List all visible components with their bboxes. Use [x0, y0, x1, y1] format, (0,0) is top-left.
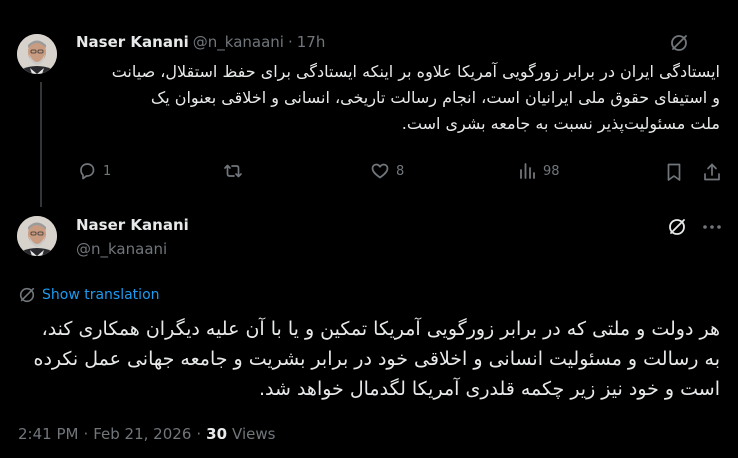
separator-dot: · [287, 33, 293, 51]
tweet-text-line: است و خود نیز زیر چکمه قلدری آمریکا لگدم… [258, 378, 720, 400]
like-button[interactable]: 8 [370, 161, 404, 181]
reply-icon [80, 163, 95, 180]
retweet-button[interactable] [222, 161, 250, 181]
show-translation-label: Show translation [42, 287, 160, 303]
tweet-text-line: به رسالت و مسئولیت انسانی و اخلاقی خود د… [33, 348, 720, 370]
view-count: 98 [543, 163, 560, 179]
analytics-icon [520, 163, 535, 179]
tweet-header: Naser Kanani @n_kanaani · 17h [76, 33, 325, 51]
tweet-text: ایستادگی ایران در برابر زورگویی آمریکا ع… [70, 59, 720, 137]
translate-icon [19, 287, 35, 303]
avatar[interactable] [17, 216, 57, 256]
separator-dot: · [196, 425, 202, 443]
tweet-text: هر دولت و ملتی که در برابر زورگویی آمریک… [18, 314, 720, 404]
more-icon [703, 225, 721, 229]
tweet-text-line: و استیفای حقوق ملی ایرانیان است، انجام ر… [150, 88, 720, 107]
tweet-metadata: 2:41 PM · Feb 21, 2026 · 30 Views [18, 425, 275, 443]
bookmark-icon [667, 163, 681, 181]
grok-icon[interactable] [666, 216, 688, 238]
avatar[interactable] [17, 34, 57, 74]
reply-button[interactable]: 1 [77, 161, 111, 181]
thread-view: Naser Kanani @n_kanaani · 17h ایستادگی ا… [0, 0, 738, 458]
like-count: 8 [396, 163, 405, 179]
author-name[interactable]: Naser Kanani [76, 33, 189, 51]
tweet-text-line: هر دولت و ملتی که در برابر زورگویی آمریک… [41, 318, 720, 340]
reply-count: 1 [103, 163, 112, 179]
author-handle[interactable]: @n_kanaani [76, 240, 167, 258]
grok-icon[interactable] [668, 32, 690, 54]
bookmark-button[interactable] [663, 161, 685, 183]
views-button[interactable]: 98 [517, 161, 560, 181]
more-options-button[interactable] [700, 216, 724, 238]
tweet-time[interactable]: 17h [297, 33, 326, 51]
tweet-date[interactable]: Feb 21, 2026 [93, 425, 191, 443]
share-icon [704, 163, 720, 181]
separator-dot: · [83, 425, 89, 443]
show-translation-link[interactable]: Show translation [18, 286, 160, 304]
author-name[interactable]: Naser Kanani [76, 216, 189, 234]
views-label: Views [232, 425, 276, 443]
share-button[interactable] [701, 161, 723, 183]
retweet-icon [224, 164, 242, 178]
thread-connector-line [40, 82, 42, 207]
tweet-text-line: ملت مسئولیت‌پذیر نسبت به جامعه بشری است. [401, 114, 720, 133]
tweet-author-block: Naser Kanani [76, 216, 189, 234]
author-handle[interactable]: @n_kanaani [193, 33, 284, 51]
views-count: 30 [206, 425, 228, 443]
tweet-time[interactable]: 2:41 PM [18, 425, 78, 443]
tweet-handle-row: @n_kanaani [76, 240, 167, 258]
tweet-text-line: ایستادگی ایران در برابر زورگویی آمریکا ع… [111, 62, 720, 81]
heart-icon [371, 163, 389, 179]
